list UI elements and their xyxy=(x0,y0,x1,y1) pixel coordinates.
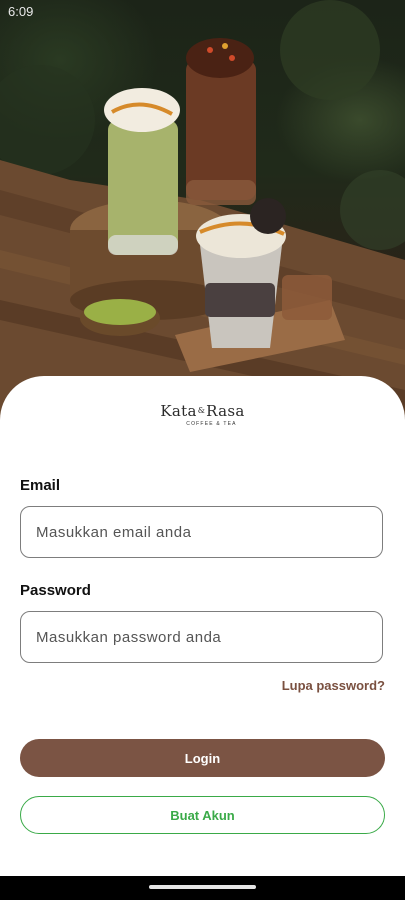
brand-name-left: Kata xyxy=(160,402,197,420)
email-placeholder: Masukkan email anda xyxy=(36,523,192,541)
password-label: Password xyxy=(20,582,91,599)
home-gesture-handle[interactable] xyxy=(149,885,256,889)
forgot-password-link[interactable]: Lupa password? xyxy=(282,678,385,693)
password-field[interactable]: Masukkan password anda xyxy=(20,611,383,663)
email-field[interactable]: Masukkan email anda xyxy=(20,506,383,558)
drinks-photo xyxy=(0,0,405,420)
login-button[interactable]: Login xyxy=(20,739,385,777)
navigation-bar xyxy=(0,876,405,900)
brand-name-right: Rasa xyxy=(206,402,245,420)
password-placeholder: Masukkan password anda xyxy=(36,628,222,646)
status-time: 6:09 xyxy=(8,4,34,19)
create-account-button[interactable]: Buat Akun xyxy=(20,796,385,834)
brand-logo: Kata&Rasa COFFEE & TEA xyxy=(0,402,405,427)
login-card: Kata&Rasa COFFEE & TEA Email Masukkan em… xyxy=(0,376,405,876)
email-label: Email xyxy=(20,477,61,494)
brand-ampersand: & xyxy=(197,406,206,415)
hero-image: 6:09 xyxy=(0,0,405,420)
brand-tagline: COFFEE & TEA xyxy=(186,421,237,427)
brand-name: Kata&Rasa xyxy=(0,402,405,420)
